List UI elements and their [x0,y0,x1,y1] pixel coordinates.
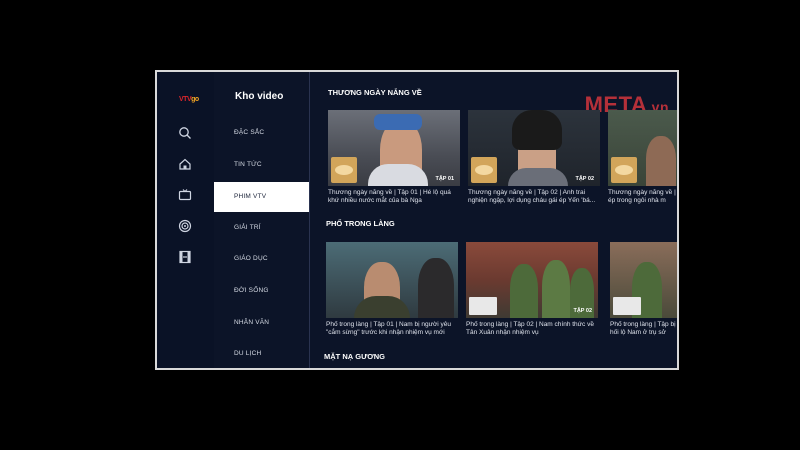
tv-screen: VTVgo Kho video ĐẶC SẮC TIN TỨC PHIM VTv… [155,70,679,370]
section-title: MẶT NẠ GƯƠNG [324,352,385,361]
video-caption: Thương ngày nắng về | ép trong ngôi nhà … [608,189,676,204]
tv-icon[interactable] [178,188,192,202]
menu-item-phim-vtv[interactable]: PHIM VTv [214,182,309,212]
episode-badge: TẬP 02 [573,308,592,314]
video-caption: Phố trong làng | Tập 01 | Nam bị người y… [326,321,451,336]
video-thumbnail: TẬP 01 [328,110,460,186]
menu-item-nhan-van[interactable]: NHÂN VĂN [214,308,309,338]
menu-item-giao-duc[interactable]: GIÁO DỤC [214,244,309,274]
menu-item-dac-sac[interactable]: ĐẶC SẮC [214,118,309,148]
video-card[interactable]: Phố trong làng | Tập 01 | Nam bị người y… [326,242,458,337]
poster-thumbnail [611,157,637,183]
poster-thumbnail [331,157,357,183]
episode-badge: TẬP 02 [575,176,594,182]
menu-title: Kho video [235,91,284,102]
video-thumbnail [608,110,677,186]
search-icon[interactable] [178,126,192,140]
video-thumbnail: TẬP 02 [468,110,600,186]
video-caption: Phố trong làng | Tập 02 | Nam chính thức… [466,321,594,336]
poster-thumbnail [469,297,497,315]
video-card[interactable]: Thương ngày nắng về | ép trong ngôi nhà … [608,110,677,205]
video-thumbnail [326,242,458,318]
episode-badge: TẬP 01 [435,176,454,182]
content-area: META.vn THƯƠNG NGÀY NẮNG VỀ TẬP 01 Thươn… [310,72,677,368]
menu-item-du-lich[interactable]: DU LỊCH [214,339,309,368]
poster-thumbnail [613,297,641,315]
menu-item-tin-tuc[interactable]: TIN TỨC [214,150,309,180]
section-title: PHỐ TRONG LÀNG [326,219,395,228]
icon-rail: VTVgo [157,72,214,368]
video-card[interactable]: TẬP 02 Thương ngày nắng về | Tập 02 | An… [468,110,600,205]
video-card[interactable]: TẬP 02 Phố trong làng | Tập 02 | Nam chí… [466,242,598,337]
target-icon[interactable] [178,219,192,233]
video-thumbnail [610,242,677,318]
video-card[interactable]: Phố trong làng | Tập bị hối lộ Nam ở trụ… [610,242,677,337]
film-icon[interactable] [178,250,192,264]
video-caption: Thương ngày nắng về | Tập 01 | Hé lộ quá… [328,189,451,204]
video-caption: Phố trong làng | Tập bị hối lộ Nam ở trụ… [610,321,676,336]
video-card[interactable]: TẬP 01 Thương ngày nắng về | Tập 01 | Hé… [328,110,460,205]
home-icon[interactable] [178,157,192,171]
section-title: THƯƠNG NGÀY NẮNG VỀ [328,88,422,97]
video-thumbnail: TẬP 02 [466,242,598,318]
menu-item-doi-song[interactable]: ĐỜI SỐNG [214,276,309,306]
category-menu: Kho video ĐẶC SẮC TIN TỨC PHIM VTv GIẢI … [214,72,309,368]
poster-thumbnail [471,157,497,183]
menu-item-giai-tri[interactable]: GIẢI TRÍ [214,213,309,243]
vtv-logo: VTVgo [179,96,199,103]
video-caption: Thương ngày nắng về | Tập 02 | Anh trai … [468,189,596,204]
